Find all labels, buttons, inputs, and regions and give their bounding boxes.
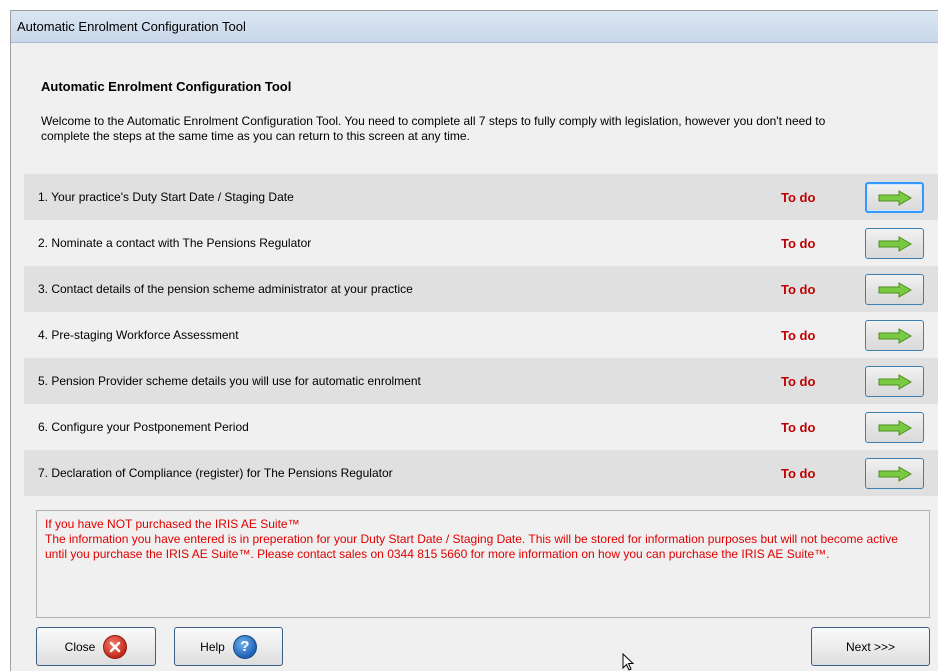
content-area: Automatic Enrolment Configuration Tool W…: [11, 44, 938, 671]
step-label: 7. Declaration of Compliance (register) …: [38, 466, 393, 480]
green-right-arrow-icon: [878, 419, 912, 436]
intro-text: Welcome to the Automatic Enrolment Confi…: [41, 114, 826, 143]
step-row: 1. Your practice's Duty Start Date / Sta…: [24, 174, 938, 220]
green-right-arrow-icon: [878, 189, 912, 206]
next-button-label: Next >>>: [845, 639, 896, 654]
notice-heading: If you have NOT purchased the IRIS AE Su…: [45, 517, 300, 531]
green-right-arrow-icon: [878, 281, 912, 298]
notice-body: The information you have entered is in p…: [45, 532, 898, 561]
mouse-cursor-icon: [622, 653, 634, 671]
step-label: 4. Pre-staging Workforce Assessment: [38, 328, 239, 342]
close-button-label: Close: [64, 639, 96, 654]
step-go-button[interactable]: [865, 320, 924, 351]
next-button[interactable]: Next >>>: [811, 627, 930, 666]
step-row: 5. Pension Provider scheme details you w…: [24, 358, 938, 404]
step-label: 1. Your practice's Duty Start Date / Sta…: [38, 190, 294, 204]
step-row: 6. Configure your Postponement Period To …: [24, 404, 938, 450]
step-status: To do: [781, 327, 816, 343]
purchase-notice: If you have NOT purchased the IRIS AE Su…: [36, 510, 930, 618]
step-go-button[interactable]: [865, 366, 924, 397]
close-icon: [103, 634, 128, 659]
step-status: To do: [781, 189, 816, 205]
step-label: 5. Pension Provider scheme details you w…: [38, 374, 421, 388]
config-tool-window: Automatic Enrolment Configuration Tool A…: [10, 10, 938, 671]
help-button-label: Help: [200, 639, 225, 654]
step-label: 3. Contact details of the pension scheme…: [38, 282, 413, 296]
green-right-arrow-icon: [878, 373, 912, 390]
step-go-button[interactable]: [865, 412, 924, 443]
step-go-button[interactable]: [865, 458, 924, 489]
window-title: Automatic Enrolment Configuration Tool: [11, 11, 938, 43]
step-label: 6. Configure your Postponement Period: [38, 420, 249, 434]
step-status: To do: [781, 281, 816, 297]
step-go-button[interactable]: [865, 182, 924, 213]
help-button[interactable]: Help ?: [174, 627, 283, 666]
page-heading: Automatic Enrolment Configuration Tool: [41, 79, 292, 94]
steps-list: 1. Your practice's Duty Start Date / Sta…: [24, 174, 938, 496]
step-status: To do: [781, 235, 816, 251]
step-row: 7. Declaration of Compliance (register) …: [24, 450, 938, 496]
step-row: 3. Contact details of the pension scheme…: [24, 266, 938, 312]
close-button[interactable]: Close: [36, 627, 156, 666]
green-right-arrow-icon: [878, 235, 912, 252]
step-row: 2. Nominate a contact with The Pensions …: [24, 220, 938, 266]
green-right-arrow-icon: [878, 465, 912, 482]
step-go-button[interactable]: [865, 228, 924, 259]
step-status: To do: [781, 373, 816, 389]
help-icon: ?: [232, 634, 257, 659]
green-right-arrow-icon: [878, 327, 912, 344]
step-go-button[interactable]: [865, 274, 924, 305]
step-status: To do: [781, 465, 816, 481]
step-label: 2. Nominate a contact with The Pensions …: [38, 236, 312, 250]
step-row: 4. Pre-staging Workforce Assessment To do: [24, 312, 938, 358]
step-status: To do: [781, 419, 816, 435]
